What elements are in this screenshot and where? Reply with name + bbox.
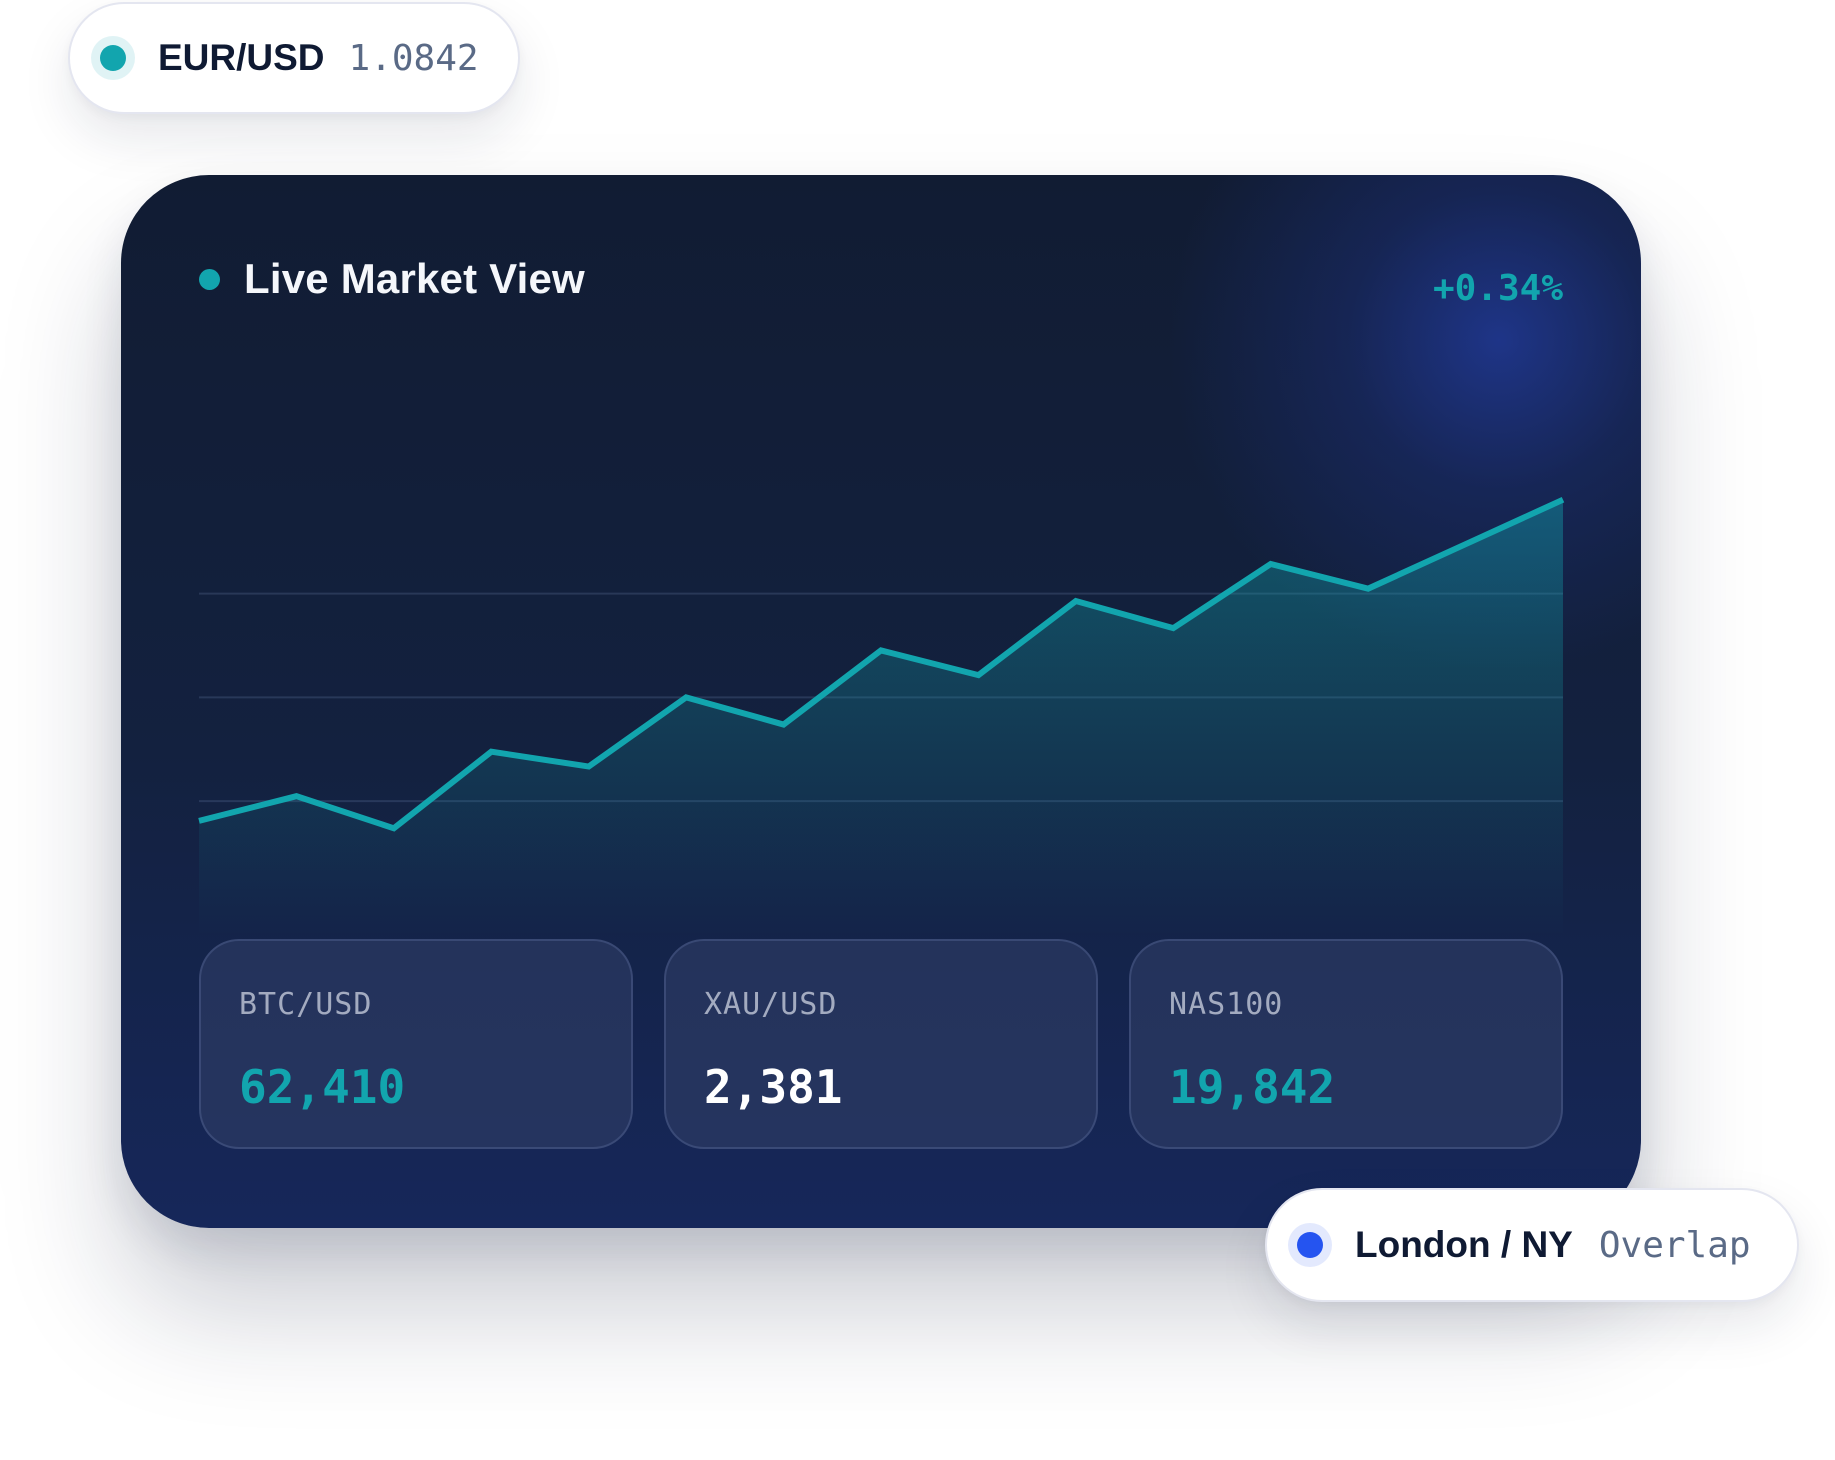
chart-point: [1073, 598, 1079, 604]
live-market-card: Live Market View +0.34% BTC/USD 62,410 X…: [121, 175, 1641, 1228]
eur-usd-value: 1.0842: [348, 37, 479, 79]
eur-usd-label: EUR/USD: [158, 37, 325, 78]
tile-xau-usd[interactable]: XAU/USD 2,381: [664, 939, 1098, 1149]
tile-label: XAU/USD: [704, 987, 838, 1022]
card-header: Live Market View: [199, 255, 585, 303]
live-status-dot-icon: [100, 45, 126, 71]
chart-point: [1463, 541, 1469, 547]
instrument-tiles: BTC/USD 62,410 XAU/USD 2,381 NAS100 19,8…: [199, 939, 1563, 1149]
tile-label: NAS100: [1169, 987, 1284, 1022]
session-dot-icon: [1297, 1232, 1323, 1258]
tile-value: 2,381: [704, 1060, 843, 1114]
chart-point: [1170, 625, 1176, 631]
chart-point: [975, 672, 981, 678]
chart-point: [196, 818, 202, 824]
tile-nas100[interactable]: NAS100 19,842: [1129, 939, 1563, 1149]
chart-point: [293, 793, 299, 799]
tile-value: 19,842: [1169, 1060, 1336, 1114]
eur-usd-pill[interactable]: EUR/USD 1.0842: [68, 2, 520, 114]
tile-value: 62,410: [239, 1060, 406, 1114]
chart-point: [878, 647, 884, 653]
chart-area-fill: [199, 499, 1563, 935]
session-pill[interactable]: London / NY Overlap: [1265, 1188, 1799, 1302]
tile-label: BTC/USD: [239, 987, 373, 1022]
live-indicator-icon: [199, 268, 220, 290]
chart-point: [781, 722, 787, 728]
session-status: Overlap: [1598, 1224, 1751, 1266]
card-title: Live Market View: [244, 255, 585, 302]
chart-point: [1268, 561, 1274, 567]
chart-point: [1560, 497, 1566, 503]
chart-point: [683, 694, 689, 700]
session-label: London / NY: [1355, 1224, 1573, 1265]
tile-btc-usd[interactable]: BTC/USD 62,410: [199, 939, 633, 1149]
chart-point: [1365, 586, 1371, 592]
percent-change: +0.34%: [1432, 268, 1563, 309]
chart-point: [391, 825, 397, 831]
chart-point: [488, 749, 494, 755]
chart-point: [586, 764, 592, 770]
